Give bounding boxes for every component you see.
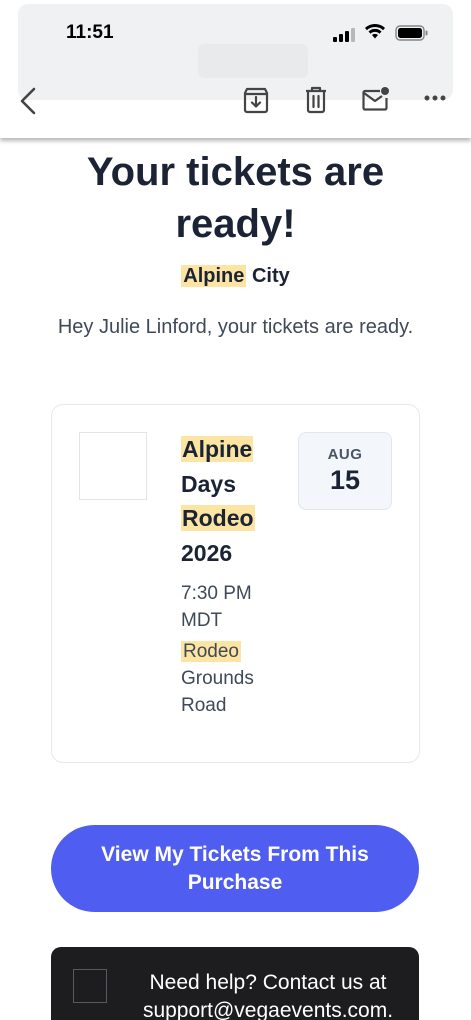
more-horizontal-icon[interactable] <box>424 94 446 102</box>
event-title: Alpine Days Rodeo 2026 <box>181 432 281 570</box>
subhead-rest: City <box>246 265 290 287</box>
chevron-left-icon[interactable] <box>16 85 40 117</box>
ticket-card: Alpine Days Rodeo 2026 7:30 PM MDT Rodeo… <box>51 404 420 763</box>
status-time: 11:51 <box>66 22 114 43</box>
date-month: AUG <box>327 446 363 463</box>
subhead-highlight: Alpine <box>181 265 247 287</box>
date-badge: AUG 15 <box>298 432 392 510</box>
top-bar: 11:51 <box>0 0 471 138</box>
email-headline: Your tickets are ready! <box>86 150 385 246</box>
help-footer: Need help? Contact us at support@vegaeve… <box>51 947 419 1020</box>
subhead: Alpine City <box>0 265 471 288</box>
event-title-word: Alpine <box>181 436 254 462</box>
cellular-signal-icon <box>333 26 355 42</box>
view-tickets-button[interactable]: View My Tickets From This Purchase <box>51 825 419 912</box>
wifi-icon <box>365 24 385 39</box>
archive-download-icon[interactable] <box>243 86 269 114</box>
event-thumbnail <box>79 432 147 500</box>
help-image-placeholder <box>73 969 107 1003</box>
help-text[interactable]: Need help? Contact us at support@vegaeve… <box>123 969 413 1020</box>
trash-icon[interactable] <box>304 86 328 114</box>
event-title-word: Rodeo <box>181 505 255 531</box>
event-venue: Rodeo Grounds Road <box>181 638 291 719</box>
date-day: 15 <box>329 465 361 495</box>
mark-unread-icon[interactable] <box>362 86 390 112</box>
venue-highlight: Rodeo <box>181 641 241 662</box>
event-title-word: 2026 <box>181 539 233 566</box>
event-title-word: Days <box>181 470 236 497</box>
url-placeholder <box>198 44 308 78</box>
greeting-text: Hey Julie Linford, your tickets are read… <box>57 316 414 338</box>
battery-icon <box>395 25 428 41</box>
event-time: 7:30 PM MDT <box>181 583 252 631</box>
venue-rest: Grounds Road <box>181 668 254 716</box>
